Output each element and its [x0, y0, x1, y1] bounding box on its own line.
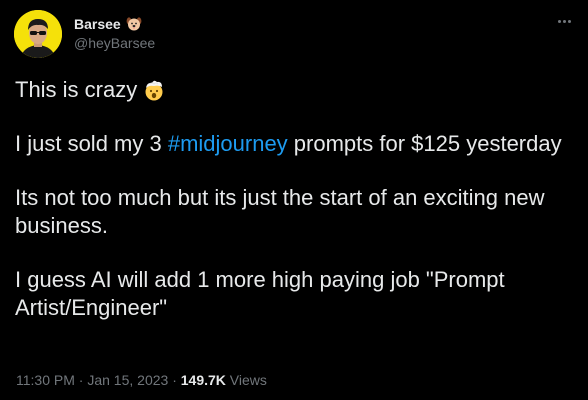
avatar[interactable] [14, 10, 62, 58]
more-dot-icon [567, 19, 571, 23]
views-count: 149.7K [180, 372, 226, 388]
meta-separator: · [168, 372, 181, 388]
tweet-time[interactable]: 11:30 PM [16, 372, 75, 388]
exploding-head-emoji-icon [145, 80, 163, 101]
more-dot-icon [562, 19, 566, 23]
user-handle[interactable]: @heyBarsee [74, 35, 155, 51]
tweet-meta: 11:30 PM · Jan 15, 2023 · 149.7K Views [16, 372, 267, 388]
dog-face-emoji-icon [126, 17, 142, 31]
more-options-button[interactable] [552, 12, 576, 30]
tweet-line-1: This is crazy [15, 77, 138, 102]
tweet-text: This is crazy I just sold my 3 #midjourn… [15, 76, 575, 348]
more-dot-icon [557, 19, 561, 23]
user-info: Barsee @heyBarsee [74, 14, 155, 51]
tweet-paragraph: This is crazy [15, 76, 575, 104]
tweet-card: Barsee @heyBarsee This is crazy I just s… [0, 0, 588, 400]
tweet-paragraph: I just sold my 3 #midjourney prompts for… [15, 130, 575, 158]
meta-separator: · [74, 372, 88, 388]
tweet-text-segment: I just sold my 3 [15, 131, 168, 156]
tweet-date[interactable]: Jan 15, 2023 [87, 372, 168, 388]
hashtag-link[interactable]: #midjourney [168, 131, 288, 156]
views-label: Views [225, 372, 267, 388]
tweet-paragraph: I guess AI will add 1 more high paying j… [15, 267, 505, 320]
tweet-paragraph: Its not too much but its just the start … [15, 185, 545, 238]
display-name[interactable]: Barsee [74, 16, 121, 32]
tweet-text-segment: prompts for $125 yesterday [287, 131, 562, 156]
name-row: Barsee [74, 14, 155, 34]
